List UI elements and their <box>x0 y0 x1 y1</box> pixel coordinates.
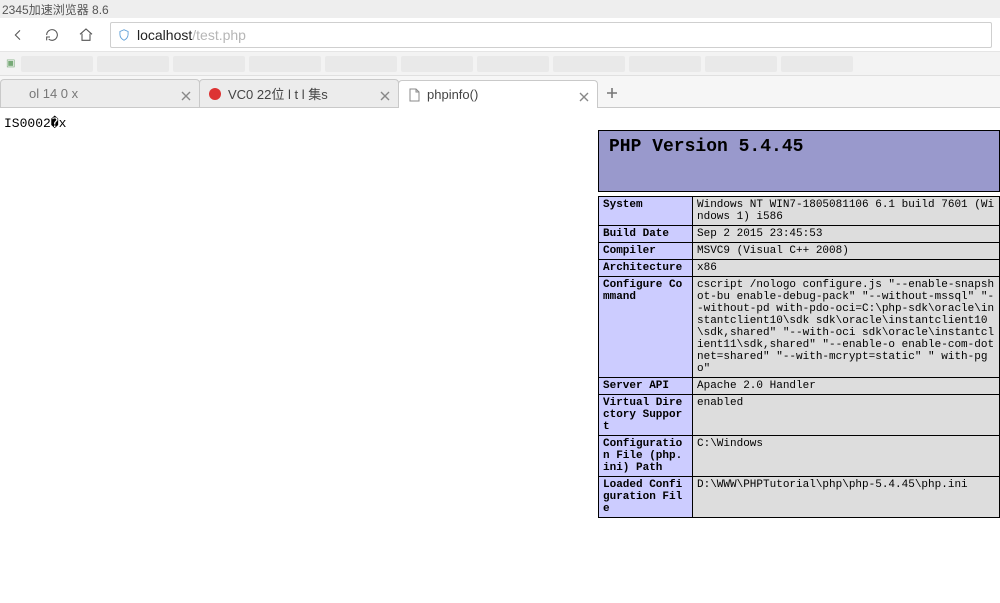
table-row: Configuration File (php.ini) PathC:\Wind… <box>599 436 1000 477</box>
bookmarks-icon: ▣ <box>6 58 15 69</box>
phpinfo-key: Loaded Configuration File <box>599 477 693 518</box>
close-icon <box>380 91 390 101</box>
table-row: Configure Commandcscript /nologo configu… <box>599 277 1000 378</box>
php-version-heading: PHP Version 5.4.45 <box>609 137 803 157</box>
bookmark-item[interactable] <box>21 56 93 72</box>
url-domain: localhost <box>137 27 192 43</box>
page-viewport: IS0002�x PHP Version 5.4.45 SystemWindow… <box>0 108 1000 603</box>
tab-strip: ol 14 0 x VC0 22位 l t l 集s phpinfo() <box>0 76 1000 108</box>
bookmark-item[interactable] <box>249 56 321 72</box>
table-row: Server APIApache 2.0 Handler <box>599 378 1000 395</box>
phpinfo-key: Architecture <box>599 260 693 277</box>
home-icon <box>78 27 94 43</box>
page-favicon-icon <box>407 88 421 102</box>
home-button[interactable] <box>76 25 96 45</box>
tab-close-button[interactable] <box>380 89 390 99</box>
reload-button[interactable] <box>42 25 62 45</box>
phpinfo-value: Sep 2 2015 23:45:53 <box>693 226 1000 243</box>
table-row: Virtual Directory Supportenabled <box>599 395 1000 436</box>
nav-toolbar: localhost/test.php <box>0 18 1000 52</box>
back-button[interactable] <box>8 25 28 45</box>
window-title: 2345加速浏览器 8.6 <box>2 1 109 18</box>
tab-close-button[interactable] <box>579 90 589 100</box>
plus-icon <box>606 87 618 99</box>
phpinfo-key: Configure Command <box>599 277 693 378</box>
phpinfo-key: Server API <box>599 378 693 395</box>
bookmark-item[interactable] <box>477 56 549 72</box>
phpinfo-header: PHP Version 5.4.45 <box>598 130 1000 192</box>
new-tab-button[interactable] <box>597 79 627 107</box>
table-row: Build DateSep 2 2015 23:45:53 <box>599 226 1000 243</box>
bookmark-item[interactable] <box>629 56 701 72</box>
phpinfo-key: System <box>599 197 693 226</box>
phpinfo-key: Build Date <box>599 226 693 243</box>
bookmark-item[interactable] <box>705 56 777 72</box>
tab-label: ol 14 0 x <box>29 86 175 101</box>
table-row: Architecturex86 <box>599 260 1000 277</box>
blank-favicon-icon <box>9 87 23 101</box>
bookmark-item[interactable] <box>173 56 245 72</box>
phpinfo-key: Configuration File (php.ini) Path <box>599 436 693 477</box>
close-icon <box>579 92 589 102</box>
phpinfo-value: x86 <box>693 260 1000 277</box>
phpinfo-value: Apache 2.0 Handler <box>693 378 1000 395</box>
close-icon <box>181 91 191 101</box>
tab-1[interactable]: VC0 22位 l t l 集s <box>199 79 399 107</box>
phpinfo-table: SystemWindows NT WIN7-1805081106 6.1 bui… <box>598 196 1000 518</box>
bookmark-item[interactable] <box>401 56 473 72</box>
back-icon <box>10 27 26 43</box>
table-row: Loaded Configuration FileD:\WWW\PHPTutor… <box>599 477 1000 518</box>
table-row: SystemWindows NT WIN7-1805081106 6.1 bui… <box>599 197 1000 226</box>
phpinfo-value: D:\WWW\PHPTutorial\php\php-5.4.45\php.in… <box>693 477 1000 518</box>
bookmark-item[interactable] <box>553 56 625 72</box>
address-bar[interactable]: localhost/test.php <box>110 22 992 48</box>
phpinfo-key: Compiler <box>599 243 693 260</box>
site-shield-icon <box>117 28 131 42</box>
phpinfo-key: Virtual Directory Support <box>599 395 693 436</box>
bookmark-item[interactable] <box>97 56 169 72</box>
window-title-bar: 2345加速浏览器 8.6 <box>0 0 1000 18</box>
url-path: /test.php <box>192 27 246 43</box>
bookmarks-bar: ▣ <box>0 52 1000 76</box>
phpinfo-value: C:\Windows <box>693 436 1000 477</box>
favicon-icon <box>208 87 222 101</box>
tab-0[interactable]: ol 14 0 x <box>0 79 200 107</box>
reload-icon <box>44 27 60 43</box>
bookmark-item[interactable] <box>325 56 397 72</box>
phpinfo-value: cscript /nologo configure.js "--enable-s… <box>693 277 1000 378</box>
tab-label: VC0 22位 l t l 集s <box>228 84 374 103</box>
tab-label: phpinfo() <box>427 87 573 102</box>
tab-close-button[interactable] <box>181 89 191 99</box>
table-row: CompilerMSVC9 (Visual C++ 2008) <box>599 243 1000 260</box>
tab-2-active[interactable]: phpinfo() <box>398 80 598 108</box>
phpinfo-value: enabled <box>693 395 1000 436</box>
bookmark-item[interactable] <box>781 56 853 72</box>
phpinfo-value: MSVC9 (Visual C++ 2008) <box>693 243 1000 260</box>
phpinfo-value: Windows NT WIN7-1805081106 6.1 build 760… <box>693 197 1000 226</box>
phpinfo-block: PHP Version 5.4.45 SystemWindows NT WIN7… <box>598 130 1000 518</box>
